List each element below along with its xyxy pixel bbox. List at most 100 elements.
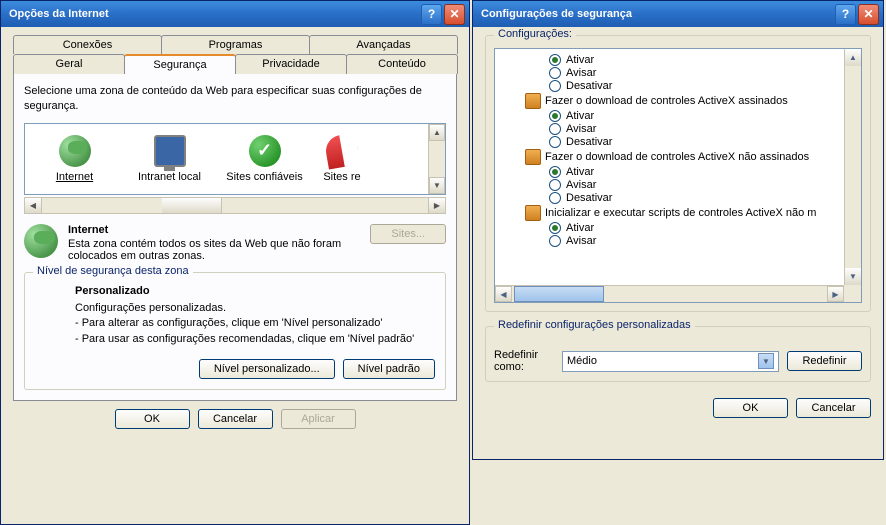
category-init-scripts: Inicializar e executar scripts de contro…	[525, 205, 861, 221]
tab-content[interactable]: Conteúdo	[346, 54, 458, 74]
radio-icon	[549, 222, 561, 234]
scroll-left-icon[interactable]: ◀	[25, 198, 42, 213]
zone-intranet[interactable]: Intranet local	[122, 135, 217, 183]
settings-tree[interactable]: Ativar Avisar Desativar Fazer o download…	[494, 48, 862, 303]
category-unsigned-activex: Fazer o download de controles ActiveX nã…	[525, 149, 861, 165]
reset-label: Redefinir como:	[494, 349, 554, 373]
tab-general[interactable]: Geral	[13, 54, 125, 74]
radio-option[interactable]: Avisar	[549, 123, 861, 135]
titlebar[interactable]: Opções da Internet ? ✕	[1, 1, 469, 27]
level-name: Personalizado	[75, 285, 435, 297]
radio-option[interactable]: Ativar	[549, 110, 861, 122]
ok-button[interactable]: OK	[713, 398, 788, 418]
zone-list[interactable]: Internet Intranet local ✓ Sites confiáve…	[24, 123, 446, 195]
zone-name: Internet	[68, 224, 360, 236]
zone-trusted[interactable]: ✓ Sites confiáveis	[217, 135, 312, 183]
category-signed-activex: Fazer o download de controles ActiveX as…	[525, 93, 861, 109]
radio-icon	[549, 235, 561, 247]
radio-icon	[549, 192, 561, 204]
radio-option[interactable]: Avisar	[549, 235, 861, 247]
scroll-thumb[interactable]	[162, 198, 222, 213]
scroll-up-icon[interactable]: ▲	[429, 124, 445, 141]
radio-option[interactable]: Desativar	[549, 136, 861, 148]
level-desc-1: Configurações personalizadas.	[75, 301, 435, 316]
zone-description: Internet Esta zona contém todos os sites…	[24, 224, 446, 262]
cancel-button[interactable]: Cancelar	[198, 409, 273, 429]
zone-internet[interactable]: Internet	[27, 135, 122, 183]
tab-security[interactable]: Segurança	[124, 54, 236, 74]
zone-vscroll[interactable]: ▲ ▼	[428, 124, 445, 194]
window-title: Configurações de segurança	[481, 8, 835, 20]
help-button[interactable]: ?	[421, 4, 442, 25]
level-desc-2: - Para alterar as configurações, clique …	[75, 316, 435, 331]
window-title: Opções da Internet	[9, 8, 421, 20]
radio-icon	[549, 166, 561, 178]
radio-option[interactable]: Desativar	[549, 192, 861, 204]
internet-options-window: Opções da Internet ? ✕ Conexões Programa…	[0, 0, 470, 525]
security-panel: Selecione uma zona de conteúdo da Web pa…	[13, 73, 457, 401]
scroll-right-icon[interactable]: ▶	[827, 286, 844, 302]
tab-advanced[interactable]: Avançadas	[309, 35, 458, 54]
zone-hscroll[interactable]: ◀ ▶	[24, 197, 446, 214]
shield-icon	[323, 132, 360, 169]
level-desc-3: - Para usar as configurações recomendada…	[75, 332, 435, 347]
radio-option[interactable]: Avisar	[549, 179, 861, 191]
radio-icon	[549, 179, 561, 191]
radio-icon	[549, 110, 561, 122]
category-icon	[525, 93, 541, 109]
globe-icon	[59, 135, 91, 167]
ok-button[interactable]: OK	[115, 409, 190, 429]
check-icon: ✓	[249, 135, 281, 167]
tab-row-bottom: Geral Segurança Privacidade Conteúdo	[13, 54, 457, 74]
radio-icon	[549, 123, 561, 135]
cancel-button[interactable]: Cancelar	[796, 398, 871, 418]
close-button[interactable]: ✕	[858, 4, 879, 25]
radio-option[interactable]: Ativar	[549, 54, 861, 66]
scroll-down-icon[interactable]: ▼	[845, 268, 861, 285]
scroll-thumb[interactable]	[514, 286, 604, 302]
radio-option[interactable]: Avisar	[549, 67, 861, 79]
settings-group: Configurações: Ativar Avisar Desativar F…	[485, 35, 871, 312]
reset-combo[interactable]: Médio ▼	[562, 351, 779, 372]
category-icon	[525, 205, 541, 221]
reset-group: Redefinir configurações personalizadas R…	[485, 326, 871, 382]
custom-level-button[interactable]: Nível personalizado...	[199, 359, 335, 379]
default-level-button[interactable]: Nível padrão	[343, 359, 435, 379]
zone-instruction: Selecione uma zona de conteúdo da Web pa…	[24, 84, 446, 115]
sites-button: Sites...	[370, 224, 446, 244]
group-title: Redefinir configurações personalizadas	[494, 319, 695, 331]
scroll-up-icon[interactable]: ▲	[845, 49, 861, 66]
close-button[interactable]: ✕	[444, 4, 465, 25]
radio-option[interactable]: Ativar	[549, 222, 861, 234]
radio-icon	[549, 136, 561, 148]
monitor-icon	[154, 135, 186, 167]
tab-row-top: Conexões Programas Avançadas	[13, 35, 457, 54]
globe-icon-large	[24, 224, 58, 258]
group-title: Nível de segurança desta zona	[33, 265, 193, 277]
scroll-corner	[844, 285, 861, 302]
tree-hscroll[interactable]: ◀ ▶	[495, 285, 844, 302]
chevron-down-icon[interactable]: ▼	[758, 353, 774, 369]
scroll-down-icon[interactable]: ▼	[429, 177, 445, 194]
radio-icon	[549, 67, 561, 79]
dialog-buttons: OK Cancelar Aplicar	[13, 401, 457, 429]
scroll-right-icon[interactable]: ▶	[428, 198, 445, 213]
help-button[interactable]: ?	[835, 4, 856, 25]
tab-connections[interactable]: Conexões	[13, 35, 162, 54]
titlebar[interactable]: Configurações de segurança ? ✕	[473, 1, 883, 27]
radio-icon	[549, 54, 561, 66]
radio-icon	[549, 80, 561, 92]
security-level-group: Nível de segurança desta zona Personaliz…	[24, 272, 446, 390]
reset-button[interactable]: Redefinir	[787, 351, 862, 371]
radio-option[interactable]: Ativar	[549, 166, 861, 178]
security-settings-window: Configurações de segurança ? ✕ Configura…	[472, 0, 884, 460]
apply-button: Aplicar	[281, 409, 356, 429]
zone-restricted[interactable]: Sites re	[312, 135, 372, 183]
tree-vscroll[interactable]: ▲ ▼	[844, 49, 861, 302]
tab-programs[interactable]: Programas	[161, 35, 310, 54]
tab-privacy[interactable]: Privacidade	[235, 54, 347, 74]
combo-value: Médio	[567, 355, 597, 367]
scroll-left-icon[interactable]: ◀	[495, 286, 512, 302]
group-title: Configurações:	[494, 28, 576, 40]
radio-option[interactable]: Desativar	[549, 80, 861, 92]
